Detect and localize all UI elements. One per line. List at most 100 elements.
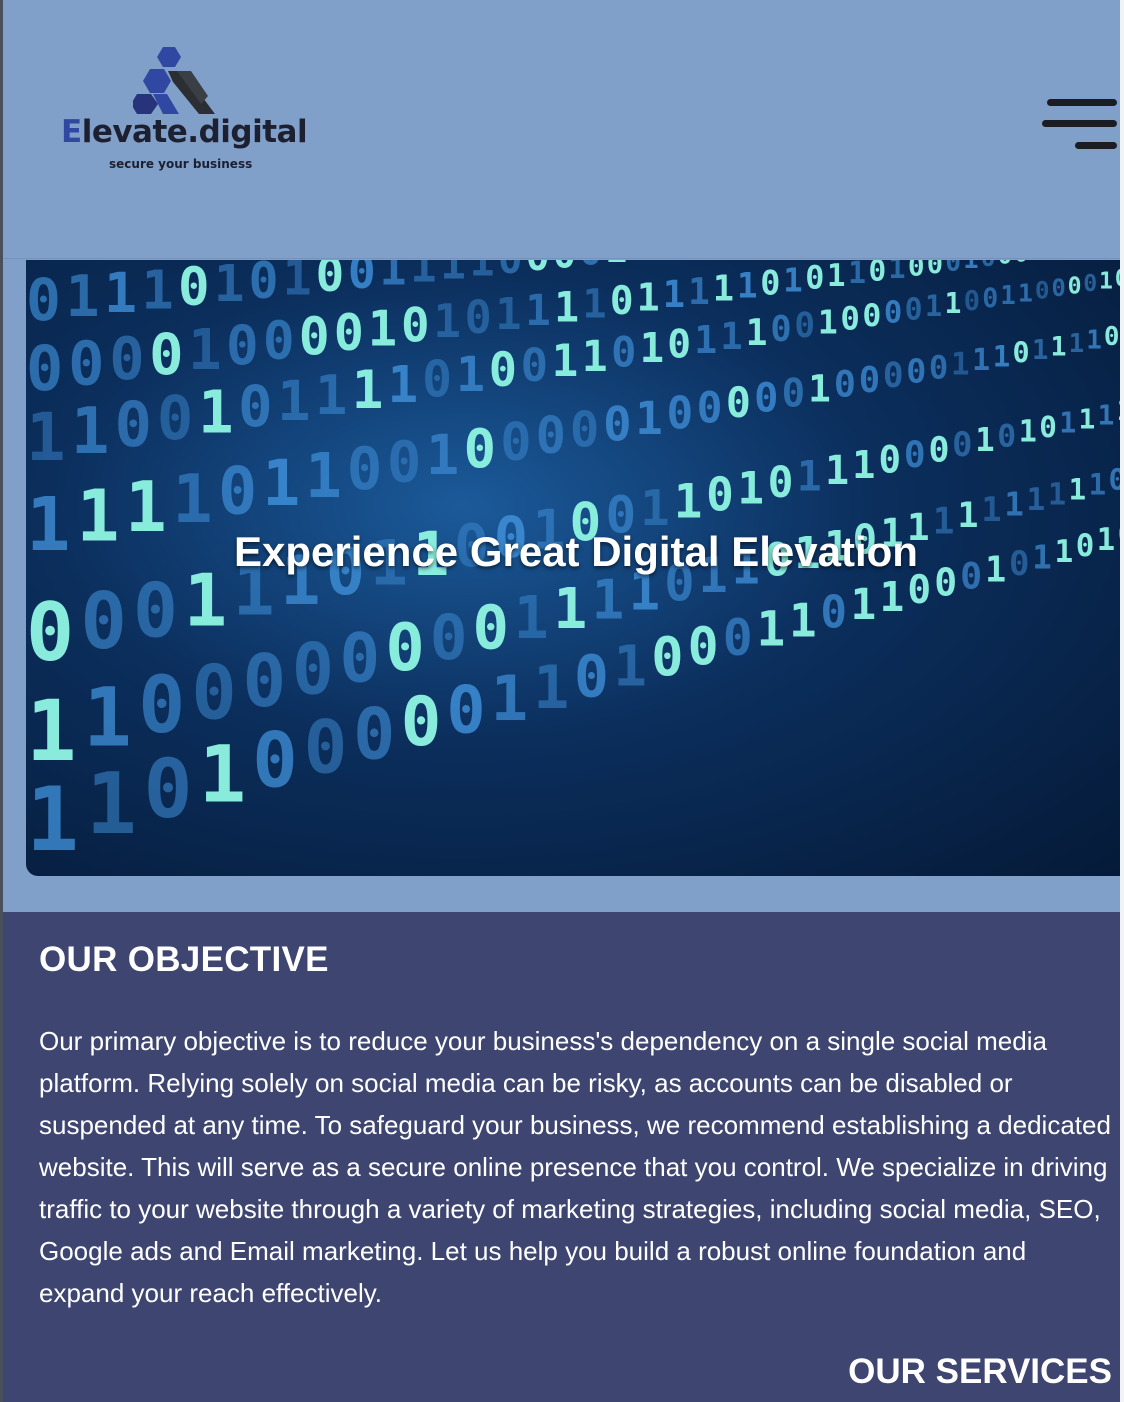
binary-digit: 0 (1068, 273, 1082, 299)
binary-digit: 0 (465, 291, 492, 344)
binary-digit: 0 (299, 308, 330, 368)
binary-digit: 0 (1013, 337, 1030, 370)
binary-digit: 1 (188, 318, 222, 383)
binary-digit: 1 (1018, 278, 1033, 307)
binary-digit: 1 (737, 267, 758, 307)
binary-digit: 0 (1051, 274, 1065, 302)
binary-digit: 1 (141, 260, 173, 321)
binary-digit: 0 (820, 588, 847, 639)
binary-digit: 0 (603, 397, 631, 452)
binary-digit: 0 (500, 413, 531, 473)
binary-digit: 1 (262, 446, 300, 520)
binary-digit: 0 (927, 260, 943, 280)
binary-digit: 0 (997, 418, 1016, 454)
binary-digit: 1 (495, 289, 521, 340)
site-logo[interactable]: Elevate.digital secure your business (61, 44, 308, 184)
binary-digit: 1 (713, 269, 734, 310)
binary-digit: 1 (552, 336, 579, 387)
binary-digit: 0 (401, 682, 442, 761)
binary-digit: 1 (26, 768, 79, 871)
binary-digit: 1 (1026, 482, 1045, 518)
binary-digit: 1 (1099, 268, 1113, 294)
binary-digit: 1 (688, 270, 710, 313)
binary-digit: 1 (827, 260, 846, 294)
binary-digit: 1 (879, 573, 904, 621)
binary-digit: 1 (305, 441, 342, 512)
binary-digit: 0 (794, 306, 815, 346)
binary-digit: 1 (65, 264, 99, 330)
binary-digit: 0 (570, 402, 599, 459)
binary-digit: 1 (387, 356, 418, 415)
binary-digit: 0 (906, 352, 926, 391)
binary-digit: 0 (334, 303, 364, 362)
binary-digit: 0 (723, 609, 753, 667)
binary-digit: 0 (904, 434, 926, 476)
binary-digit: 0 (982, 283, 998, 314)
binary-digit: 1 (440, 260, 466, 290)
binary-digit: 0 (929, 348, 948, 386)
binary-digit: 0 (422, 351, 452, 409)
binary-digit: 1 (533, 653, 569, 723)
binary-digit: 0 (143, 742, 192, 837)
hamburger-menu-icon[interactable] (1039, 96, 1119, 154)
binary-digit: 0 (26, 266, 61, 334)
binary-digit: 1 (1048, 478, 1066, 513)
binary-digit: 0 (80, 577, 127, 667)
binary-digit: 1 (1069, 329, 1085, 359)
binary-digit: 1 (104, 262, 137, 326)
binary-digit: 1 (26, 399, 66, 476)
binary-digit: 0 (579, 260, 602, 274)
binary-digit: 0 (304, 706, 348, 790)
binary-digit: 1 (433, 294, 461, 348)
binary-digit: 0 (834, 363, 856, 406)
binary-digit: 1 (83, 672, 132, 766)
binary-digit: 1 (679, 260, 700, 264)
binary-digit: 0 (348, 260, 376, 299)
binary-digit: 0 (263, 311, 295, 372)
binary-digit: 0 (387, 428, 422, 495)
binary-digit: 0 (878, 437, 901, 481)
binary-digit: 0 (178, 260, 210, 318)
binary-digit: 0 (401, 298, 430, 353)
binary-digit: 0 (655, 260, 676, 266)
binary-digit: 0 (981, 260, 996, 272)
binary-digit: 0 (768, 458, 794, 508)
binary-digit: 0 (498, 260, 523, 283)
binary-digit: 1 (663, 272, 685, 316)
binary-digit: 0 (868, 260, 886, 287)
binary-digit: 0 (770, 309, 791, 350)
binary-digit: 1 (981, 490, 1001, 529)
binary-digit: 1 (582, 332, 608, 382)
logo-wordmark: Elevate.digital (61, 114, 308, 150)
binary-digit: 0 (1108, 462, 1120, 496)
menu-line (1047, 99, 1117, 106)
binary-digit: 0 (667, 321, 691, 367)
binary-digit: 1 (757, 602, 786, 657)
binary-digit: 1 (315, 364, 348, 427)
binary-digit: 0 (905, 292, 923, 327)
binary-digit: 1 (491, 662, 529, 735)
binary-digit: 1 (426, 423, 459, 488)
binary-digit: 0 (430, 601, 468, 674)
binary-digit: 0 (884, 296, 902, 331)
binary-digit: 1 (277, 369, 310, 434)
binary-digit: 0 (688, 618, 719, 678)
binary-digit: 1 (640, 324, 665, 372)
services-heading: OUR SERVICES (848, 1352, 1112, 1391)
binary-digit: 0 (760, 264, 780, 303)
binary-digit: 1 (592, 569, 625, 632)
binary-digit: 1 (925, 289, 942, 323)
binary-digit: 1 (1030, 260, 1044, 265)
binary-digit: 0 (536, 406, 566, 465)
binary-digit: 0 (26, 586, 74, 679)
binary-digit: 0 (252, 717, 298, 805)
binary-digit: 0 (238, 374, 272, 440)
binary-digit: 1 (582, 280, 606, 328)
binary-digit: 0 (133, 567, 178, 654)
hero-title: Experience Great Digital Elevation (234, 528, 918, 576)
objective-heading: OUR OBJECTIVE (39, 940, 329, 979)
binary-digit: 0 (243, 640, 287, 724)
binary-digit: 0 (945, 260, 961, 278)
binary-digit: 0 (316, 260, 345, 303)
binary-digit: 0 (862, 298, 881, 334)
